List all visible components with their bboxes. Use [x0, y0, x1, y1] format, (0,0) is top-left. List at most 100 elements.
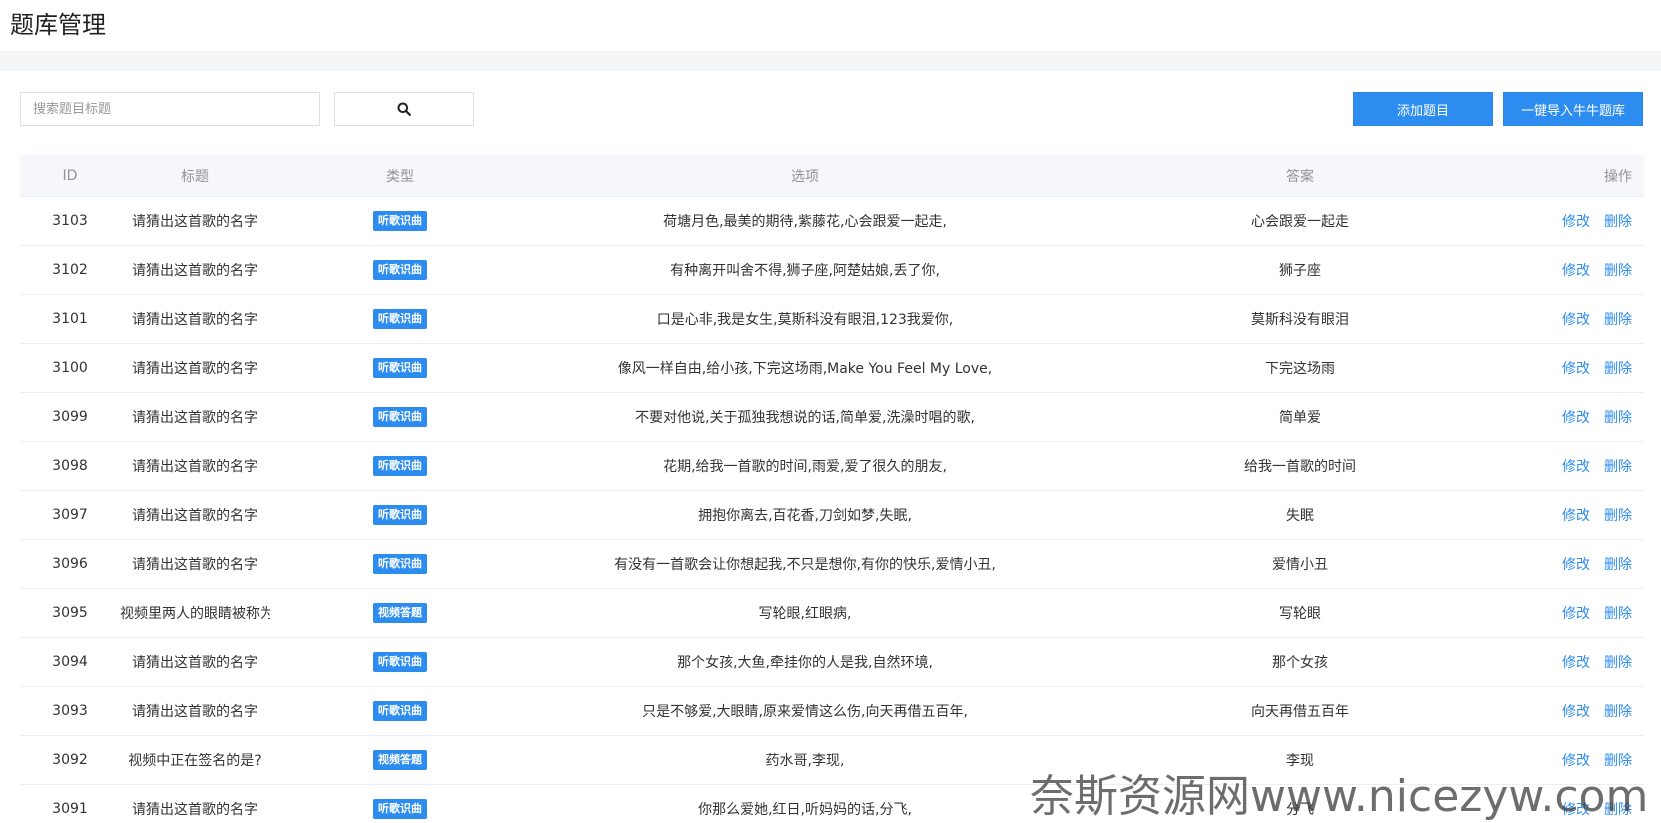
cell-type: 听歌识曲: [270, 358, 530, 378]
cell-type: 听歌识曲: [270, 407, 530, 427]
cell-actions: 修改 删除: [1520, 505, 1644, 525]
table-row: 3099 请猜出这首歌的名字 听歌识曲 不要对他说,关于孤独我想说的话,简单爱,洗澡时…: [20, 393, 1644, 442]
add-question-button[interactable]: 添加题目: [1353, 92, 1493, 126]
cell-answer: 向天再借五百年: [1251, 704, 1349, 720]
cell-title: 请猜出这首歌的名字: [132, 361, 258, 377]
delete-link[interactable]: 删除: [1604, 704, 1632, 720]
table-row: 3094 请猜出这首歌的名字 听歌识曲 那个女孩,大鱼,牵挂你的人是我,自然环境, 那个…: [20, 638, 1644, 687]
table-row: 3098 请猜出这首歌的名字 听歌识曲 花期,给我一首歌的时间,雨爱,爱了很久的朋友,…: [20, 442, 1644, 491]
cell-options: 写轮眼,红眼病,: [758, 606, 852, 622]
cell-id: 3099: [52, 409, 88, 425]
search-input[interactable]: [20, 92, 320, 126]
cell-answer: 莫斯科没有眼泪: [1251, 312, 1349, 328]
delete-link[interactable]: 删除: [1604, 606, 1632, 622]
cell-title: 请猜出这首歌的名字: [132, 557, 258, 573]
cell-options: 不要对他说,关于孤独我想说的话,简单爱,洗澡时唱的歌,: [635, 410, 975, 426]
import-question-bank-button[interactable]: 一键导入牛牛题库: [1503, 92, 1643, 126]
table-row: 3103 请猜出这首歌的名字 听歌识曲 荷塘月色,最美的期待,紫藤花,心会跟爱一起走,…: [20, 197, 1644, 246]
cell-answer: 心会跟爱一起走: [1251, 214, 1349, 230]
edit-link[interactable]: 修改: [1562, 508, 1590, 524]
edit-link[interactable]: 修改: [1562, 459, 1590, 475]
type-badge: 听歌识曲: [373, 505, 427, 525]
cell-id: 3101: [52, 311, 88, 327]
header-divider-band: [0, 51, 1661, 71]
cell-id: 3095: [52, 605, 88, 621]
cell-answer: 失眠: [1286, 508, 1314, 524]
cell-id: 3094: [52, 654, 88, 670]
delete-link[interactable]: 删除: [1604, 508, 1632, 524]
cell-type: 视频答题: [270, 603, 530, 623]
type-badge: 视频答题: [373, 750, 427, 770]
cell-title: 请猜出这首歌的名字: [132, 214, 258, 230]
cell-title: 请猜出这首歌的名字: [132, 410, 258, 426]
cell-options: 只是不够爱,大眼睛,原来爱情这么伤,向天再借五百年,: [642, 704, 968, 720]
header-id: ID: [62, 167, 78, 184]
table-row: 3102 请猜出这首歌的名字 听歌识曲 有种离开叫舍不得,狮子座,阿楚姑娘,丢了你, 狮…: [20, 246, 1644, 295]
cell-actions: 修改 删除: [1520, 407, 1644, 427]
delete-link[interactable]: 删除: [1604, 263, 1632, 279]
type-badge: 听歌识曲: [373, 260, 427, 280]
cell-answer: 爱情小丑: [1272, 557, 1328, 573]
cell-options: 花期,给我一首歌的时间,雨爱,爱了很久的朋友,: [663, 459, 947, 475]
header-actions: 操作: [1604, 168, 1632, 185]
edit-link[interactable]: 修改: [1562, 557, 1590, 573]
cell-actions: 修改 删除: [1520, 554, 1644, 574]
type-badge: 听歌识曲: [373, 407, 427, 427]
question-table: ID 标题 类型 选项 答案 操作 3103 请猜出这首歌的名字 听歌识曲 荷塘月色,…: [20, 155, 1644, 823]
delete-link[interactable]: 删除: [1604, 214, 1632, 230]
cell-options: 拥抱你离去,百花香,刀剑如梦,失眠,: [698, 508, 912, 524]
cell-options: 像风一样自由,给小孩,下完这场雨,Make You Feel My Love,: [617, 361, 993, 377]
cell-answer: 给我一首歌的时间: [1244, 459, 1356, 475]
header-type: 类型: [386, 168, 414, 185]
cell-options: 药水哥,李现,: [765, 753, 845, 769]
delete-link[interactable]: 删除: [1604, 361, 1632, 377]
cell-title: 视频中正在签名的是?: [128, 753, 262, 769]
edit-link[interactable]: 修改: [1562, 655, 1590, 671]
cell-id: 3097: [52, 507, 88, 523]
delete-link[interactable]: 删除: [1604, 312, 1632, 328]
edit-link[interactable]: 修改: [1562, 361, 1590, 377]
cell-options: 有种离开叫舍不得,狮子座,阿楚姑娘,丢了你,: [670, 263, 940, 279]
cell-answer: 下完这场雨: [1265, 361, 1335, 377]
table-row: 3095 视频里两人的眼睛被称为? 视频答题 写轮眼,红眼病, 写轮眼 修改 删除: [20, 589, 1644, 638]
cell-id: 3102: [52, 262, 88, 278]
edit-link[interactable]: 修改: [1562, 214, 1590, 230]
table-row: 3093 请猜出这首歌的名字 听歌识曲 只是不够爱,大眼睛,原来爱情这么伤,向天再借五…: [20, 687, 1644, 736]
watermark-text: 奈斯资源网www.nicezyw.com: [1030, 771, 1649, 822]
header-title: 标题: [181, 168, 209, 185]
cell-title: 请猜出这首歌的名字: [132, 655, 258, 671]
edit-link[interactable]: 修改: [1562, 410, 1590, 426]
cell-type: 听歌识曲: [270, 554, 530, 574]
cell-id: 3098: [52, 458, 88, 474]
cell-title: 请猜出这首歌的名字: [132, 263, 258, 279]
cell-actions: 修改 删除: [1520, 309, 1644, 329]
edit-link[interactable]: 修改: [1562, 704, 1590, 720]
cell-options: 荷塘月色,最美的期待,紫藤花,心会跟爱一起走,: [663, 214, 947, 230]
header-answer: 答案: [1286, 168, 1314, 185]
edit-link[interactable]: 修改: [1562, 312, 1590, 328]
search-button[interactable]: [334, 92, 474, 126]
cell-actions: 修改 删除: [1520, 260, 1644, 280]
delete-link[interactable]: 删除: [1604, 410, 1632, 426]
cell-title: 请猜出这首歌的名字: [132, 802, 258, 818]
cell-type: 听歌识曲: [270, 505, 530, 525]
cell-actions: 修改 删除: [1520, 603, 1644, 623]
cell-type: 视频答题: [270, 750, 530, 770]
cell-id: 3091: [52, 801, 88, 817]
table-row: 3097 请猜出这首歌的名字 听歌识曲 拥抱你离去,百花香,刀剑如梦,失眠, 失眠 修改删…: [20, 491, 1644, 540]
cell-title: 视频里两人的眼睛被称为?: [120, 606, 270, 622]
edit-link[interactable]: 修改: [1562, 606, 1590, 622]
cell-title: 请猜出这首歌的名字: [132, 704, 258, 720]
cell-options: 你那么爱她,红日,听妈妈的话,分飞,: [698, 802, 912, 818]
delete-link[interactable]: 删除: [1604, 655, 1632, 671]
edit-link[interactable]: 修改: [1562, 263, 1590, 279]
delete-link[interactable]: 删除: [1604, 557, 1632, 573]
cell-actions: 修改 删除: [1520, 652, 1644, 672]
cell-type: 听歌识曲: [270, 211, 530, 231]
type-badge: 听歌识曲: [373, 358, 427, 378]
cell-type: 听歌识曲: [270, 260, 530, 280]
cell-type: 听歌识曲: [270, 799, 530, 819]
page-title: 题库管理: [10, 11, 106, 39]
delete-link[interactable]: 删除: [1604, 459, 1632, 475]
type-badge: 视频答题: [373, 603, 427, 623]
